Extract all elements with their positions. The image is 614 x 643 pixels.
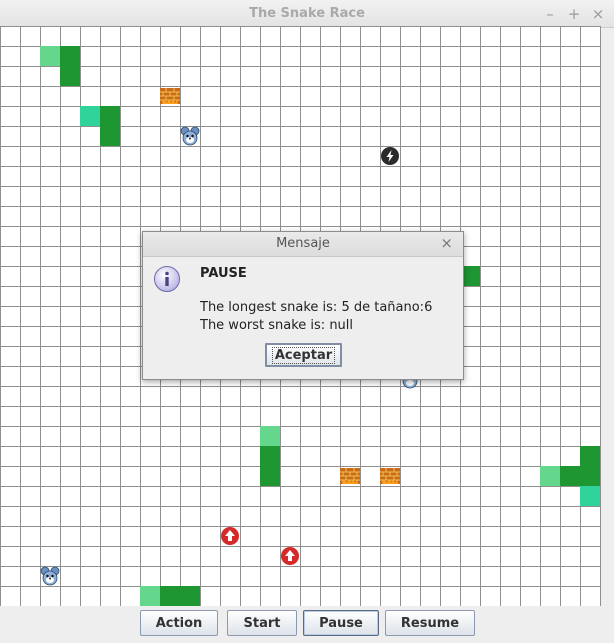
control-bar: Action Start Pause Resume [0, 606, 614, 643]
fire-block-icon [340, 466, 360, 486]
pause-button[interactable]: Pause [303, 610, 379, 636]
snake-body [580, 466, 600, 486]
snake-body [60, 46, 80, 66]
dialog-title: Mensaje [143, 232, 463, 257]
snake-head [540, 466, 560, 486]
title-bar: The Snake Race – + × [0, 0, 614, 28]
fire-block-icon [160, 86, 180, 106]
accept-button-label: Aceptar [271, 346, 336, 364]
dialog-message-line: The worst snake is: null [200, 318, 354, 333]
mouse-icon [180, 126, 200, 146]
info-icon [153, 265, 181, 293]
close-button[interactable]: × [588, 0, 608, 28]
up-arrow-icon [280, 546, 300, 566]
dialog-heading: PAUSE [200, 266, 247, 281]
window-title: The Snake Race [249, 6, 365, 21]
snake-head [80, 106, 100, 126]
accept-button[interactable]: Aceptar [265, 343, 342, 367]
snake-body [60, 66, 80, 86]
snake-body [100, 126, 120, 146]
snake-body [260, 466, 280, 486]
message-dialog: Mensaje × PAUSE The longest snake is: 5 … [142, 231, 464, 380]
action-button[interactable]: Action [140, 610, 218, 636]
dialog-close-button[interactable]: × [440, 232, 453, 254]
snake-body [580, 446, 600, 466]
start-button[interactable]: Start [227, 610, 297, 636]
snake-body [260, 446, 280, 466]
dialog-message-line: The longest snake is: 5 de tañano:6 [200, 300, 433, 315]
snake-body [560, 466, 580, 486]
minimize-button[interactable]: – [540, 0, 560, 28]
snake-head [580, 486, 600, 506]
snake-body [180, 586, 200, 606]
resume-button[interactable]: Resume [385, 610, 475, 636]
snake-body [100, 106, 120, 126]
snake-head [260, 426, 280, 446]
maximize-button[interactable]: + [564, 0, 584, 28]
mouse-icon [40, 566, 60, 586]
fire-block-icon [380, 466, 400, 486]
snake-head [140, 586, 160, 606]
snake-body [160, 586, 180, 606]
up-arrow-icon [220, 526, 240, 546]
snake-head [40, 46, 60, 66]
lightning-icon [380, 146, 400, 166]
